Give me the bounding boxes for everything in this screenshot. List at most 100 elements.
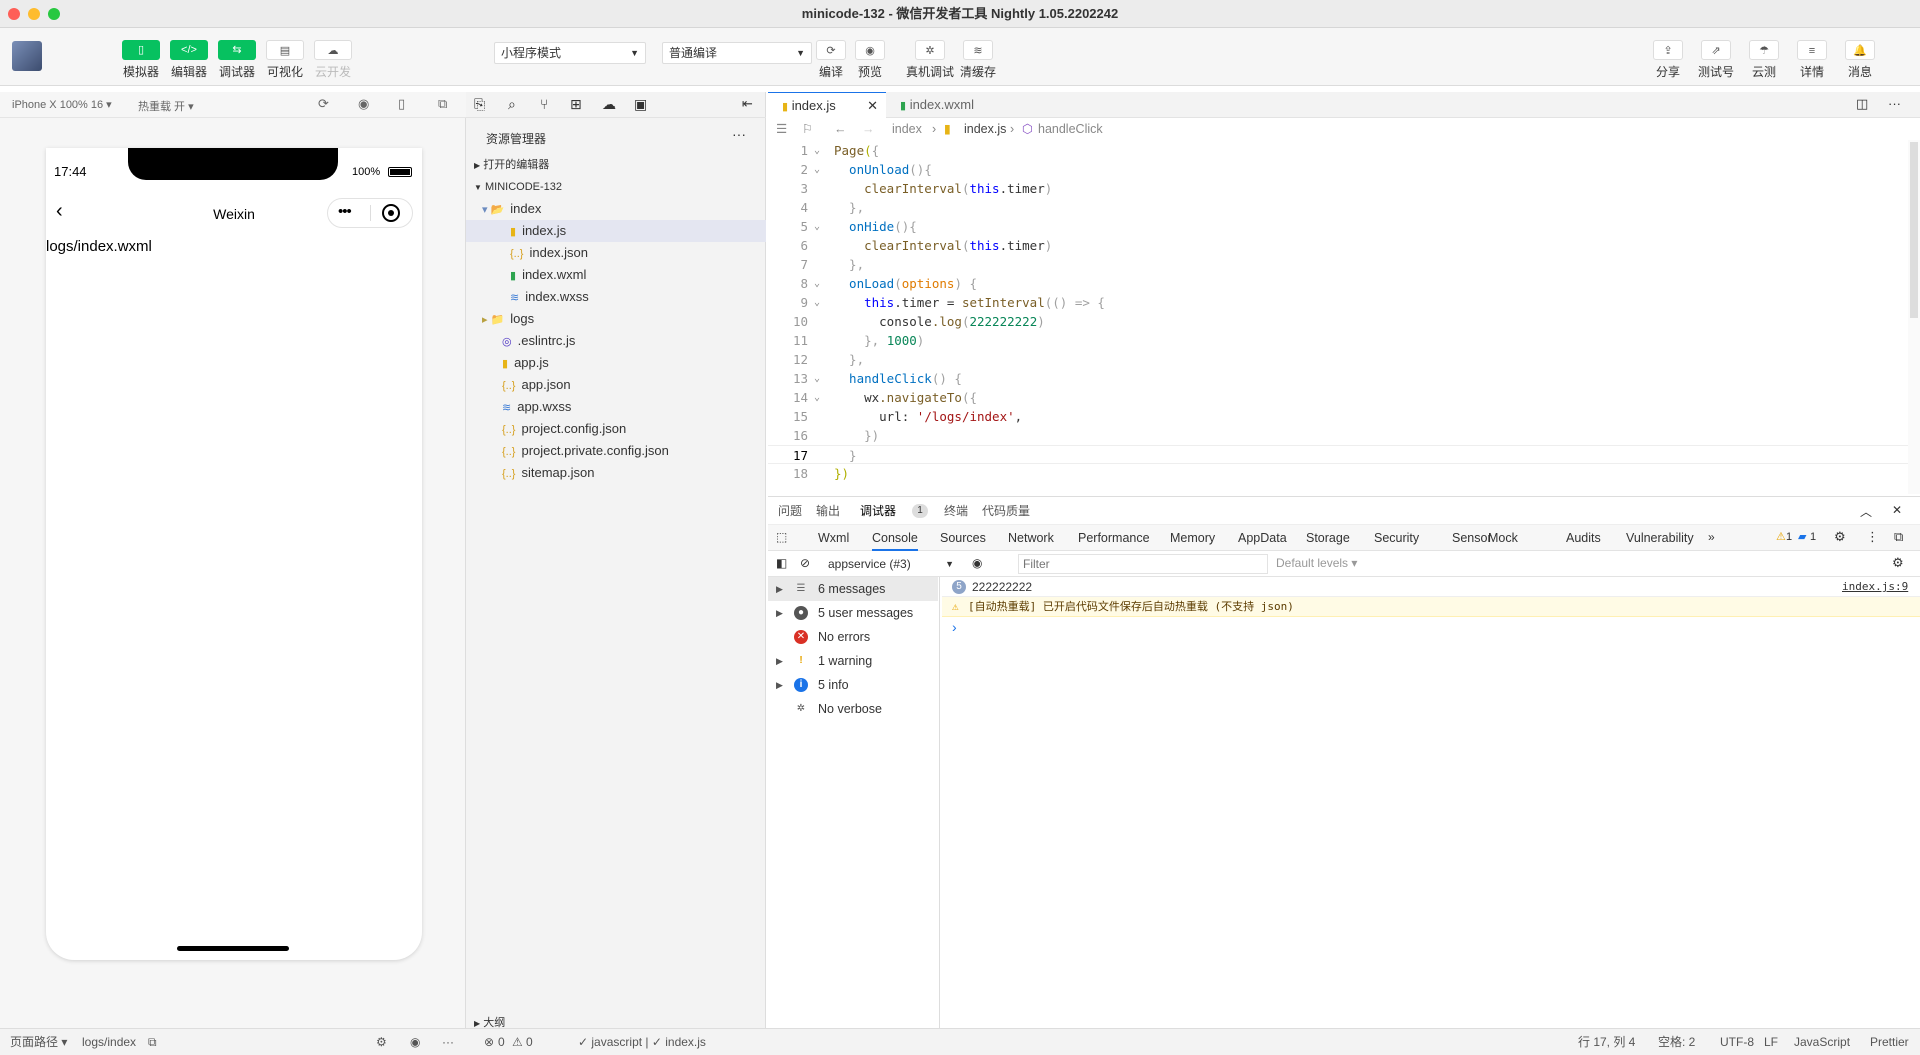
file-tree-item[interactable]: {..} project.private.config.json [466, 440, 766, 462]
console-filter-info[interactable]: ▶ i 5 info [768, 673, 938, 697]
expand-arrow-icon[interactable]: ▶ [776, 649, 783, 673]
more-icon[interactable]: ••• [338, 203, 352, 220]
language-check[interactable]: ✓ javascript | ✓ index.js [578, 1029, 706, 1055]
language-mode[interactable]: JavaScript [1794, 1029, 1850, 1055]
fold-chevron-icon[interactable]: ⌄ [814, 293, 820, 312]
refresh-button[interactable]: ⟳ 编译 [811, 40, 851, 80]
devtools-tab[interactable]: Memory [1170, 525, 1215, 551]
close-window-button[interactable] [8, 8, 20, 20]
bug-button[interactable]: ✲ 真机调试 [902, 40, 958, 80]
file-tree-item[interactable]: {..} index.json [466, 242, 766, 264]
maximize-window-button[interactable] [48, 8, 60, 20]
devtools-tab[interactable]: Storage [1306, 525, 1350, 551]
fold-chevron-icon[interactable]: ⌄ [814, 274, 820, 293]
info-count-icon[interactable]: ▰ [1798, 530, 1806, 543]
clear-console-icon[interactable]: ⊘ [800, 556, 810, 570]
devtools-tab[interactable]: Console [872, 525, 918, 551]
kebab-icon[interactable]: ⋮ [1866, 529, 1879, 545]
fold-chevron-icon[interactable]: ⌄ [814, 369, 820, 388]
console-filter-user[interactable]: ▶ ● 5 user messages [768, 601, 938, 625]
file-tree-item[interactable]: ≋ app.wxss [466, 396, 766, 418]
bell-button[interactable]: 🔔 消息 [1840, 40, 1880, 80]
phone-toggle-button[interactable]: ▯ 模拟器 [121, 40, 161, 80]
compile-select[interactable]: 普通编译 ▼ [662, 42, 812, 64]
console-prompt[interactable]: › [952, 619, 957, 635]
file-tree-item[interactable]: ≋ index.wxss [466, 286, 766, 308]
fold-chevron-icon[interactable]: ⌄ [814, 388, 820, 407]
search-icon[interactable]: ⌕ [508, 96, 516, 113]
filter-input[interactable] [1018, 554, 1268, 574]
breadcrumb-symbol[interactable]: handleClick [1038, 118, 1103, 140]
editor-scrollbar[interactable] [1908, 140, 1920, 494]
copy-icon[interactable]: ⧉ [148, 1029, 157, 1055]
mode-select[interactable]: 小程序模式 ▼ [494, 42, 646, 64]
collapse-icon[interactable]: ⇤ [742, 96, 753, 112]
warning-count-icon[interactable]: ⚠ [1776, 530, 1786, 543]
close-panel-icon[interactable]: ✕ [1892, 503, 1902, 517]
expand-arrow-icon[interactable]: ▶ [776, 601, 783, 625]
extensions-icon[interactable]: ⊞ [570, 96, 582, 113]
devtools-tab[interactable]: Vulnerability [1626, 525, 1694, 551]
log-source-link[interactable]: index.js:9 [1842, 577, 1908, 597]
project-section[interactable]: ▼ MINICODE-132 [466, 176, 766, 198]
context-select[interactable]: appservice (#3) ▼ [822, 554, 960, 574]
statusbar-more-icon[interactable]: ··· [442, 1029, 454, 1055]
devtools-tab[interactable]: Sensor [1452, 525, 1492, 551]
eye-button[interactable]: ◉ 预览 [850, 40, 890, 80]
close-mini-icon[interactable] [382, 204, 400, 222]
devtools-tab[interactable]: Wxml [818, 525, 849, 551]
cursor-position[interactable]: 行 17, 列 4 [1578, 1029, 1635, 1055]
device-select[interactable]: iPhone X 100% 16 ▾ [12, 98, 112, 111]
nav-back-icon[interactable]: ← [834, 118, 847, 140]
record-icon[interactable]: ◉ [358, 96, 369, 112]
file-tree-item[interactable]: ◎ .eslintrc.js [466, 330, 766, 352]
open-editors-section[interactable]: ▶ 打开的编辑器 [466, 154, 766, 176]
expand-arrow-icon[interactable]: ▶ [776, 577, 783, 601]
panel-icon[interactable]: ▣ [634, 96, 647, 113]
avatar[interactable] [12, 41, 42, 71]
hot-reload-toggle[interactable]: 热重载 开 ▾ [138, 98, 194, 114]
fold-chevron-icon[interactable]: ⌄ [814, 141, 820, 160]
file-tree-item[interactable]: {..} sitemap.json [466, 462, 766, 484]
file-tree-item[interactable]: ▸ 📁 logs [466, 308, 766, 330]
indent-setting[interactable]: 空格: 2 [1658, 1029, 1695, 1055]
console-filter-error[interactable]: ✕ No errors [768, 625, 938, 649]
code-toggle-button[interactable]: </> 编辑器 [169, 40, 209, 80]
panel-tab[interactable]: 输出 [816, 497, 840, 525]
debug-toggle-button[interactable]: ⇆ 调试器 [217, 40, 257, 80]
files-icon[interactable]: ⎘ [474, 96, 485, 113]
preview-eye-icon[interactable]: ◉ [410, 1029, 420, 1055]
eol[interactable]: LF [1764, 1029, 1778, 1055]
devtools-tab[interactable]: Security [1374, 525, 1419, 551]
file-tree-item[interactable]: ▮ index.wxml [466, 264, 766, 286]
formatter[interactable]: Prettier [1870, 1029, 1909, 1055]
nav-forward-icon[interactable]: → [862, 118, 875, 140]
share-button[interactable]: ⇪ 分享 [1648, 40, 1688, 80]
debug-icon[interactable]: ⚙ [376, 1029, 387, 1055]
devtools-tab[interactable]: Sources [940, 525, 986, 551]
log-levels-select[interactable]: Default levels ▾ [1276, 556, 1357, 570]
cloud-test-button[interactable]: ☂ 云测 [1744, 40, 1784, 80]
page-path-select[interactable]: 页面路径 ▾ [10, 1029, 67, 1055]
breadcrumb-folder[interactable]: index [892, 118, 922, 140]
breadcrumb-file[interactable]: index.js [964, 118, 1006, 140]
console-filter-warning[interactable]: ▶! 1 warning [768, 649, 938, 673]
code-area[interactable]: 1 ⌄ Page({2 ⌄ onUnload(){3 clearInterval(th… [768, 141, 1908, 493]
file-tree-item[interactable]: {..} app.json [466, 374, 766, 396]
file-tree-item[interactable]: ▮ index.js [466, 220, 766, 242]
devtools-tab[interactable]: Mock [1488, 525, 1518, 551]
external-button[interactable]: ⇗ 测试号 [1696, 40, 1736, 80]
docker-icon[interactable]: ☁ [602, 96, 616, 113]
fold-chevron-icon[interactable]: ⌄ [814, 217, 820, 236]
expand-arrow-icon[interactable]: ▶ [776, 673, 783, 697]
warning-count-status[interactable]: 0 [526, 1029, 533, 1055]
console-settings-icon[interactable]: ⚙ [1892, 555, 1904, 571]
bookmark-icon[interactable]: ⚐ [802, 118, 813, 140]
file-tree-item[interactable]: ▾ 📂 index [466, 198, 766, 220]
devtools-tab[interactable]: AppData [1238, 525, 1287, 551]
devtools-tab[interactable]: Audits [1566, 525, 1601, 551]
cloud-toggle-button[interactable]: ☁ 云开发 [313, 40, 353, 80]
devtools-tab[interactable]: Network [1008, 525, 1054, 551]
rotate-icon[interactable]: ⟳ [318, 96, 329, 112]
device-icon[interactable]: ▯ [398, 96, 405, 112]
